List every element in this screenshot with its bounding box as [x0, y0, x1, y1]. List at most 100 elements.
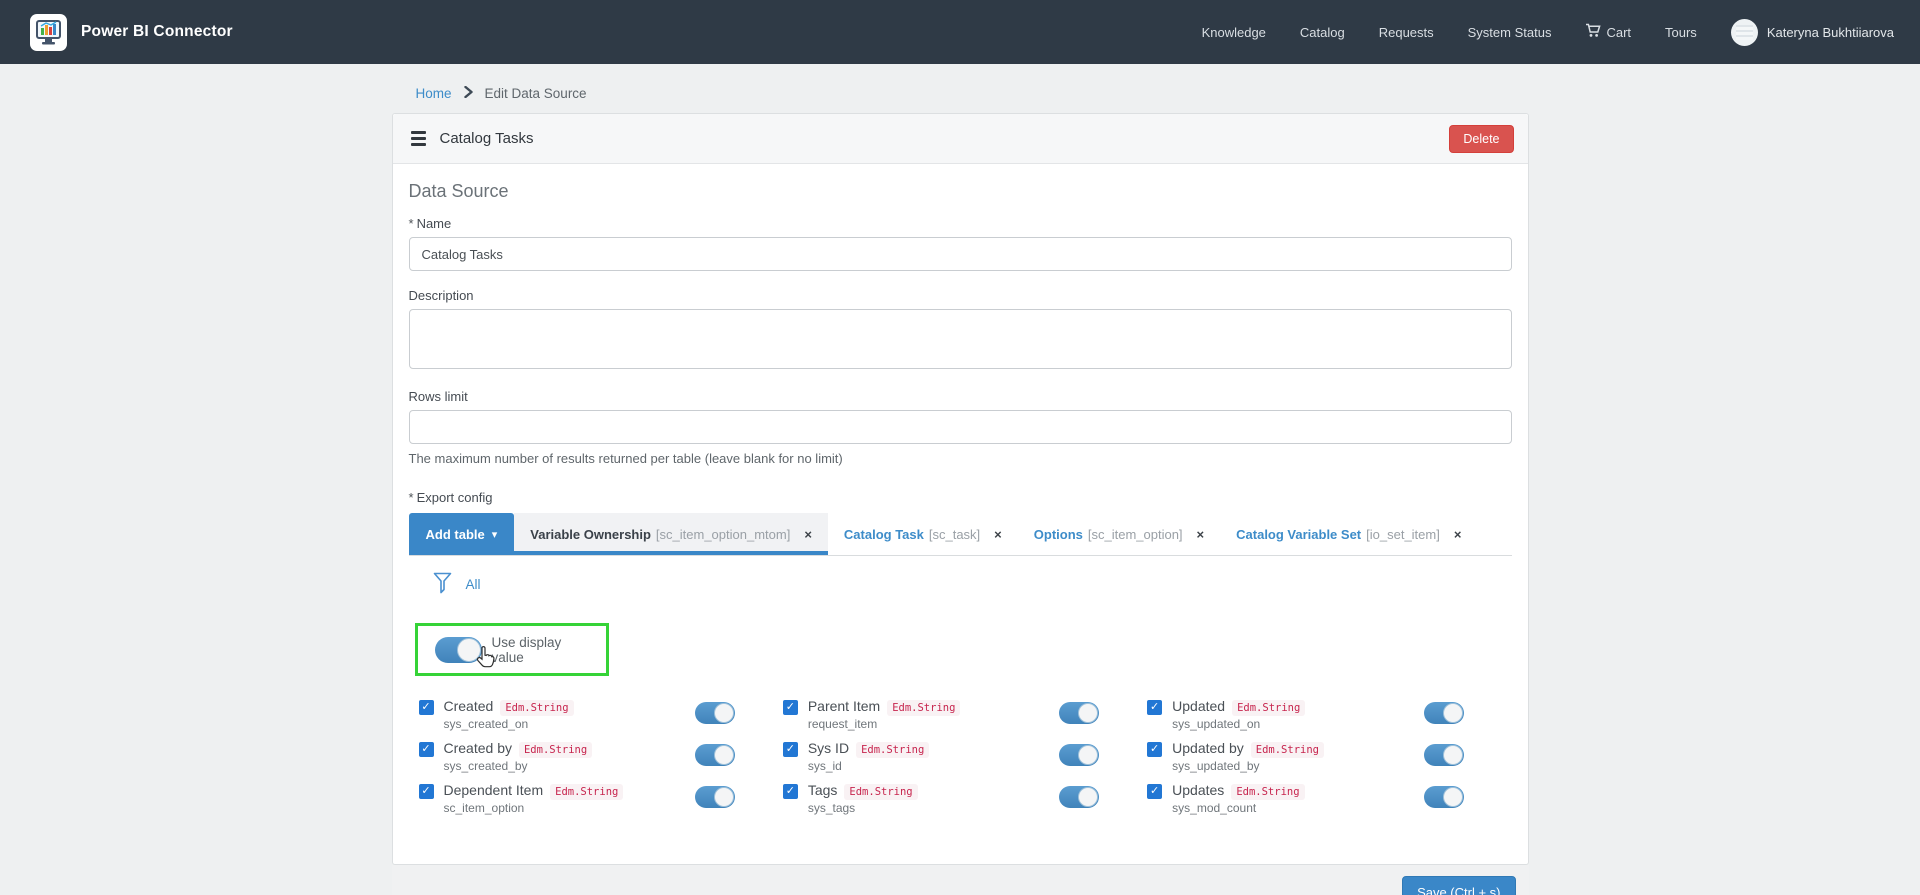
field-system-name: sc_item_option [444, 801, 624, 816]
nav-tours[interactable]: Tours [1665, 25, 1697, 40]
close-icon[interactable]: × [994, 527, 1002, 542]
export-table-tab[interactable]: Catalog Variable Set [io_set_item] × [1220, 513, 1477, 555]
field-checkbox[interactable]: ✓ [419, 700, 434, 715]
use-display-value-highlight: Use display value [415, 623, 609, 676]
add-table-button[interactable]: Add table▾ [409, 513, 515, 555]
panel-header: Catalog Tasks Delete [393, 114, 1528, 164]
tab-table-name: [sc_item_option_mtom] [656, 527, 790, 542]
caret-down-icon: ▾ [492, 528, 498, 541]
filter-funnel-icon[interactable] [433, 572, 452, 597]
menu-icon[interactable] [411, 131, 426, 146]
cart-icon [1585, 23, 1601, 41]
filter-all-link[interactable]: All [466, 577, 481, 592]
nav-requests[interactable]: Requests [1379, 25, 1434, 40]
export-table-tab[interactable]: Variable Ownership [sc_item_option_mtom]… [514, 513, 828, 555]
field-toggle[interactable] [1424, 786, 1464, 808]
nav-knowledge[interactable]: Knowledge [1202, 25, 1266, 40]
field-system-name: sys_id [808, 759, 929, 774]
save-button[interactable]: Save (Ctrl + s) [1402, 876, 1515, 895]
field-row: ✓ UpdatesEdm.String sys_mod_count [1147, 782, 1511, 824]
field-system-name: sys_tags [808, 801, 918, 816]
form-footer: Save (Ctrl + s) [392, 865, 1529, 895]
chevron-right-icon [464, 86, 473, 101]
field-toggle[interactable] [1424, 702, 1464, 724]
field-toggle[interactable] [1424, 744, 1464, 766]
field-checkbox[interactable]: ✓ [783, 784, 798, 799]
field-row: ✓ Sys IDEdm.String sys_id [783, 740, 1147, 782]
field-row: ✓ Updated by Edm.String sys_updated_by [1147, 740, 1511, 782]
tab-label: Options [1034, 527, 1083, 542]
rows-limit-label: Rows limit [409, 389, 1512, 404]
field-row: ✓ CreatedEdm.String sys_created_on [419, 698, 783, 740]
panel-title: Catalog Tasks [440, 130, 534, 147]
field-system-name: sys_updated_on [1172, 717, 1305, 732]
field-label: Updated [1172, 698, 1225, 714]
export-table-tab[interactable]: Options [sc_item_option] × [1018, 513, 1220, 555]
field-system-name: sys_created_by [444, 759, 593, 774]
breadcrumb-current: Edit Data Source [485, 86, 587, 101]
field-toggle[interactable] [695, 786, 735, 808]
user-avatar [1731, 19, 1758, 46]
field-toggle[interactable] [1059, 786, 1099, 808]
app-logo-icon [30, 14, 67, 51]
user-name: Kateryna Bukhtiiarova [1767, 25, 1894, 40]
export-table-tab[interactable]: Catalog Task [sc_task] × [828, 513, 1018, 555]
user-menu[interactable]: Kateryna Bukhtiiarova [1731, 19, 1894, 46]
field-checkbox[interactable]: ✓ [1147, 700, 1162, 715]
breadcrumb-home-link[interactable]: Home [416, 86, 452, 101]
tab-table-name: [sc_task] [929, 527, 980, 542]
field-checkbox[interactable]: ✓ [1147, 784, 1162, 799]
field-toggle[interactable] [1059, 702, 1099, 724]
field-system-name: sys_created_on [444, 717, 574, 732]
close-icon[interactable]: × [804, 527, 812, 542]
field-row: ✓ Created by Edm.String sys_created_by [419, 740, 783, 782]
field-toggle[interactable] [1059, 744, 1099, 766]
field-row: ✓ Updated Edm.String sys_updated_on [1147, 698, 1511, 740]
field-system-name: sys_updated_by [1172, 759, 1324, 774]
tab-table-name: [io_set_item] [1366, 527, 1440, 542]
field-type-badge: Edm.String [519, 742, 592, 758]
export-config-label: *Export config [409, 490, 1512, 505]
field-type-badge: Edm.String [844, 784, 917, 800]
field-type-badge: Edm.String [887, 700, 960, 716]
top-navbar: Power BI Connector Knowledge Catalog Req… [0, 0, 1920, 64]
delete-button[interactable]: Delete [1449, 125, 1513, 153]
field-label: Created [444, 698, 494, 714]
field-type-badge: Edm.String [1231, 784, 1304, 800]
rows-limit-help: The maximum number of results returned p… [409, 451, 1512, 466]
field-label: Parent Item [808, 698, 880, 714]
name-label: *Name [409, 216, 1512, 231]
field-checkbox[interactable]: ✓ [783, 700, 798, 715]
field-checkbox[interactable]: ✓ [419, 742, 434, 757]
field-type-badge: Edm.String [1232, 700, 1305, 716]
data-source-panel: Catalog Tasks Delete Data Source *Name D… [392, 113, 1529, 865]
field-type-badge: Edm.String [550, 784, 623, 800]
breadcrumb: Home Edit Data Source [416, 86, 1529, 101]
rows-limit-input[interactable] [409, 410, 1512, 444]
nav-cart-label: Cart [1606, 25, 1631, 40]
close-icon[interactable]: × [1454, 527, 1462, 542]
field-checkbox[interactable]: ✓ [783, 742, 798, 757]
field-toggle[interactable] [695, 702, 735, 724]
field-label: Updated by [1172, 740, 1244, 756]
field-checkbox[interactable]: ✓ [419, 784, 434, 799]
field-toggle[interactable] [695, 744, 735, 766]
field-label: Dependent Item [444, 782, 544, 798]
use-display-value-label: Use display value [492, 635, 596, 665]
field-type-badge: Edm.String [1251, 742, 1324, 758]
description-input[interactable] [409, 309, 1512, 369]
nav-system-status[interactable]: System Status [1468, 25, 1552, 40]
fields-grid: ✓ CreatedEdm.String sys_created_on ✓ [419, 698, 1512, 824]
nav-catalog[interactable]: Catalog [1300, 25, 1345, 40]
app-title: Power BI Connector [81, 23, 233, 41]
export-tabbar: Add table▾ Variable Ownership [sc_item_o… [409, 513, 1512, 556]
field-label: Created by [444, 740, 512, 756]
use-display-value-toggle[interactable] [435, 637, 482, 663]
description-label: Description [409, 288, 1512, 303]
field-checkbox[interactable]: ✓ [1147, 742, 1162, 757]
close-icon[interactable]: × [1197, 527, 1205, 542]
field-label: Updates [1172, 782, 1224, 798]
name-input[interactable] [409, 237, 1512, 271]
tab-label: Catalog Variable Set [1236, 527, 1361, 542]
nav-cart[interactable]: Cart [1585, 23, 1631, 41]
